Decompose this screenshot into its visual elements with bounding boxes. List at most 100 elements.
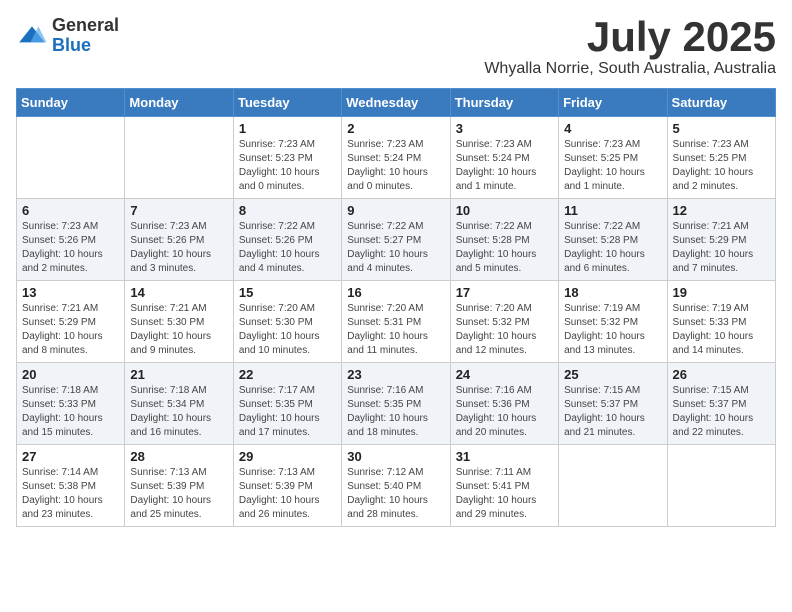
calendar-cell: 11Sunrise: 7:22 AM Sunset: 5:28 PM Dayli… [559, 199, 667, 281]
calendar-cell: 24 Sunrise: 7:16 AM Sunset: 5:36 PM Dayli… [450, 363, 558, 445]
calendar-cell [667, 445, 775, 527]
day-info: Sunrise: 7:18 AM Sunset: 5:34 PM Dayligh… [130, 384, 227, 440]
day-info: Sunrise: 7:23 AM Sunset: 5:24 PM Dayligh… [347, 138, 444, 194]
logo-text: General Blue [52, 16, 119, 56]
weekday-header-saturday: Saturday [667, 89, 775, 117]
day-number: 31 [456, 449, 553, 464]
day-number: 22 [239, 367, 336, 382]
day-number: 1 [239, 121, 336, 136]
day-info: Sunrise: 7:13 AM Sunset: 5:39 PM Dayligh… [239, 466, 336, 522]
calendar-cell: 4 Sunrise: 7:23 AM Sunset: 5:25 PM Daylig… [559, 117, 667, 199]
calendar-cell: 28 Sunrise: 7:13 AM Sunset: 5:39 PM Dayli… [125, 445, 233, 527]
calendar-cell: 10 Sunrise: 7:22 AM Sunset: 5:28 PM Dayli… [450, 199, 558, 281]
day-number: 9 [347, 203, 444, 218]
day-number: 2 [347, 121, 444, 136]
day-info: Sunrise: 7:18 AM Sunset: 5:33 PM Dayligh… [22, 384, 119, 440]
calendar-cell: 17 Sunrise: 7:20 AM Sunset: 5:32 PM Dayli… [450, 281, 558, 363]
day-info: Sunrise: 7:12 AM Sunset: 5:40 PM Dayligh… [347, 466, 444, 522]
title-block: July 2025 Whyalla Norrie, South Australi… [484, 16, 776, 78]
day-number: 20 [22, 367, 119, 382]
day-info: Sunrise: 7:11 AM Sunset: 5:41 PM Dayligh… [456, 466, 553, 522]
day-number: 3 [456, 121, 553, 136]
day-info: Sunrise: 7:22 AM Sunset: 5:26 PM Dayligh… [239, 220, 336, 276]
day-number: 17 [456, 285, 553, 300]
weekday-header-thursday: Thursday [450, 89, 558, 117]
calendar-cell [125, 117, 233, 199]
day-number: 28 [130, 449, 227, 464]
calendar-cell: 25 Sunrise: 7:15 AM Sunset: 5:37 PM Dayli… [559, 363, 667, 445]
day-info: Sunrise: 7:23 AM Sunset: 5:23 PM Dayligh… [239, 138, 336, 194]
day-number: 4 [564, 121, 661, 136]
calendar-cell: 9 Sunrise: 7:22 AM Sunset: 5:27 PM Daylig… [342, 199, 450, 281]
day-number: 26 [673, 367, 770, 382]
calendar-cell: 21 Sunrise: 7:18 AM Sunset: 5:34 PM Dayli… [125, 363, 233, 445]
calendar-cell: 12 Sunrise: 7:21 AM Sunset: 5:29 PM Dayli… [667, 199, 775, 281]
day-info: Sunrise: 7:22 AM Sunset: 5:27 PM Dayligh… [347, 220, 444, 276]
calendar-table: SundayMondayTuesdayWednesdayThursdayFrid… [16, 88, 776, 527]
title-location: Whyalla Norrie, South Australia, Austral… [484, 60, 776, 78]
calendar-week-row: 27Sunrise: 7:14 AM Sunset: 5:38 PM Dayli… [17, 445, 776, 527]
weekday-header-row: SundayMondayTuesdayWednesdayThursdayFrid… [17, 89, 776, 117]
calendar-cell: 27Sunrise: 7:14 AM Sunset: 5:38 PM Dayli… [17, 445, 125, 527]
calendar-cell: 1 Sunrise: 7:23 AM Sunset: 5:23 PM Daylig… [233, 117, 341, 199]
title-month: July 2025 [484, 16, 776, 58]
day-info: Sunrise: 7:13 AM Sunset: 5:39 PM Dayligh… [130, 466, 227, 522]
weekday-header-tuesday: Tuesday [233, 89, 341, 117]
weekday-header-sunday: Sunday [17, 89, 125, 117]
calendar-cell: 6 Sunrise: 7:23 AM Sunset: 5:26 PM Daylig… [17, 199, 125, 281]
logo: General Blue [16, 16, 119, 56]
day-number: 29 [239, 449, 336, 464]
calendar-cell: 31 Sunrise: 7:11 AM Sunset: 5:41 PM Dayli… [450, 445, 558, 527]
calendar-cell: 19Sunrise: 7:19 AM Sunset: 5:33 PM Dayli… [667, 281, 775, 363]
calendar-cell: 8 Sunrise: 7:22 AM Sunset: 5:26 PM Daylig… [233, 199, 341, 281]
calendar-cell: 5Sunrise: 7:23 AM Sunset: 5:25 PM Daylig… [667, 117, 775, 199]
day-info: Sunrise: 7:16 AM Sunset: 5:36 PM Dayligh… [456, 384, 553, 440]
calendar-cell: 18 Sunrise: 7:19 AM Sunset: 5:32 PM Dayli… [559, 281, 667, 363]
day-info: Sunrise: 7:22 AM Sunset: 5:28 PM Dayligh… [456, 220, 553, 276]
day-info: Sunrise: 7:21 AM Sunset: 5:30 PM Dayligh… [130, 302, 227, 358]
calendar-week-row: 13Sunrise: 7:21 AM Sunset: 5:29 PM Dayli… [17, 281, 776, 363]
day-number: 25 [564, 367, 661, 382]
day-info: Sunrise: 7:20 AM Sunset: 5:31 PM Dayligh… [347, 302, 444, 358]
calendar-cell: 2 Sunrise: 7:23 AM Sunset: 5:24 PM Daylig… [342, 117, 450, 199]
day-info: Sunrise: 7:23 AM Sunset: 5:24 PM Dayligh… [456, 138, 553, 194]
day-number: 30 [347, 449, 444, 464]
day-number: 7 [130, 203, 227, 218]
day-number: 15 [239, 285, 336, 300]
day-number: 14 [130, 285, 227, 300]
day-number: 8 [239, 203, 336, 218]
calendar-week-row: 6 Sunrise: 7:23 AM Sunset: 5:26 PM Daylig… [17, 199, 776, 281]
calendar-cell: 22 Sunrise: 7:17 AM Sunset: 5:35 PM Dayli… [233, 363, 341, 445]
day-number: 23 [347, 367, 444, 382]
day-number: 12 [673, 203, 770, 218]
calendar-week-row: 20 Sunrise: 7:18 AM Sunset: 5:33 PM Dayli… [17, 363, 776, 445]
calendar-cell: 14 Sunrise: 7:21 AM Sunset: 5:30 PM Dayli… [125, 281, 233, 363]
logo-blue: Blue [52, 36, 119, 56]
day-number: 21 [130, 367, 227, 382]
day-info: Sunrise: 7:23 AM Sunset: 5:25 PM Dayligh… [564, 138, 661, 194]
page-header: General Blue July 2025 Whyalla Norrie, S… [16, 16, 776, 78]
calendar-cell: 15Sunrise: 7:20 AM Sunset: 5:30 PM Dayli… [233, 281, 341, 363]
day-number: 24 [456, 367, 553, 382]
day-info: Sunrise: 7:20 AM Sunset: 5:32 PM Dayligh… [456, 302, 553, 358]
day-number: 10 [456, 203, 553, 218]
day-number: 16 [347, 285, 444, 300]
calendar-cell: 16 Sunrise: 7:20 AM Sunset: 5:31 PM Dayli… [342, 281, 450, 363]
calendar-cell: 20 Sunrise: 7:18 AM Sunset: 5:33 PM Dayli… [17, 363, 125, 445]
day-info: Sunrise: 7:17 AM Sunset: 5:35 PM Dayligh… [239, 384, 336, 440]
day-info: Sunrise: 7:21 AM Sunset: 5:29 PM Dayligh… [22, 302, 119, 358]
day-info: Sunrise: 7:23 AM Sunset: 5:26 PM Dayligh… [22, 220, 119, 276]
weekday-header-wednesday: Wednesday [342, 89, 450, 117]
logo-general: General [52, 16, 119, 36]
calendar-cell: 13Sunrise: 7:21 AM Sunset: 5:29 PM Dayli… [17, 281, 125, 363]
day-info: Sunrise: 7:21 AM Sunset: 5:29 PM Dayligh… [673, 220, 770, 276]
logo-icon [16, 20, 48, 52]
weekday-header-monday: Monday [125, 89, 233, 117]
day-number: 18 [564, 285, 661, 300]
day-info: Sunrise: 7:19 AM Sunset: 5:32 PM Dayligh… [564, 302, 661, 358]
day-info: Sunrise: 7:15 AM Sunset: 5:37 PM Dayligh… [564, 384, 661, 440]
day-info: Sunrise: 7:14 AM Sunset: 5:38 PM Dayligh… [22, 466, 119, 522]
day-number: 6 [22, 203, 119, 218]
day-info: Sunrise: 7:19 AM Sunset: 5:33 PM Dayligh… [673, 302, 770, 358]
day-info: Sunrise: 7:15 AM Sunset: 5:37 PM Dayligh… [673, 384, 770, 440]
